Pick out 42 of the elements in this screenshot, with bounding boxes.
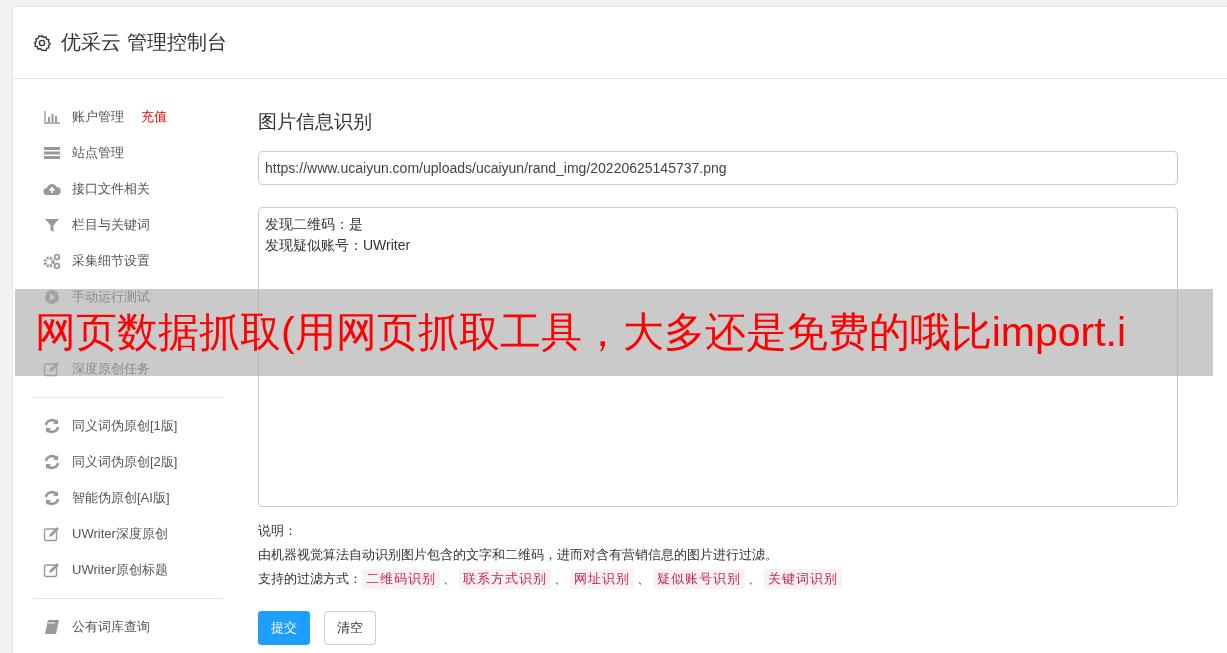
console-title: 优采云 管理控制台 bbox=[61, 30, 227, 55]
play-icon bbox=[43, 289, 61, 305]
method-tag: 联系方式识别 bbox=[459, 569, 551, 589]
separator: 、 bbox=[637, 571, 650, 588]
edit-icon bbox=[43, 361, 61, 377]
sidebar-item[interactable]: 接口文件相关 bbox=[33, 171, 223, 207]
separator: 、 bbox=[554, 571, 567, 588]
sidebar-item[interactable]: UWriter深度原创 bbox=[33, 516, 223, 552]
sidebar-item[interactable]: 账户管理 充值 bbox=[33, 99, 223, 135]
recharge-link[interactable]: 充值 bbox=[141, 108, 167, 126]
sidebar-item[interactable]: UWriter原创标题 bbox=[33, 552, 223, 588]
edit-icon bbox=[43, 562, 61, 578]
bar-chart-icon bbox=[43, 109, 61, 125]
method-tag: 网址识别 bbox=[570, 569, 634, 589]
edit-icon bbox=[43, 526, 61, 542]
url-field[interactable]: https://www.ucaiyun.com/uploads/ucaiyun/rand_img/20220625145737.png bbox=[258, 151, 1178, 185]
refresh-icon bbox=[43, 418, 61, 434]
filter-icon bbox=[43, 217, 61, 233]
sidebar-item[interactable]: 栏目与关键词 bbox=[33, 207, 223, 243]
separator: 、 bbox=[748, 571, 761, 588]
method-tag: 关键词识别 bbox=[764, 569, 842, 589]
section-title: 图片信息识别 bbox=[258, 110, 373, 134]
cloud-upload-icon bbox=[43, 181, 61, 197]
sidebar-item[interactable]: 公有词库查询 bbox=[33, 609, 223, 645]
method-tag: 二维码识别 bbox=[362, 569, 440, 589]
sidebar-item[interactable]: 智能伪原创[AI版] bbox=[33, 480, 223, 516]
notes-heading: 说明： bbox=[258, 523, 298, 540]
settings-icon bbox=[33, 33, 51, 52]
sidebar-item[interactable]: 站点管理 bbox=[33, 135, 223, 171]
separator: 、 bbox=[443, 571, 456, 588]
sidebar-item[interactable]: 采集细节设置 bbox=[33, 243, 223, 279]
refresh-icon bbox=[43, 490, 61, 506]
sidebar-item[interactable]: 同义词伪原创[1版] bbox=[33, 408, 223, 444]
server-icon bbox=[43, 145, 61, 161]
gears-icon bbox=[43, 253, 61, 269]
methods-label: 支持的过滤方式： bbox=[258, 571, 362, 588]
clear-button[interactable]: 清空 bbox=[324, 611, 376, 645]
refresh-icon bbox=[43, 454, 61, 470]
notes-description: 由机器视觉算法自动识别图片包含的文字和二维码，进而对含有营销信息的图片进行过滤。 bbox=[258, 547, 779, 564]
method-tag: 疑似账号识别 bbox=[653, 569, 745, 589]
book-icon bbox=[43, 619, 61, 635]
sidebar-item[interactable]: 同义词伪原创[2版] bbox=[33, 444, 223, 480]
